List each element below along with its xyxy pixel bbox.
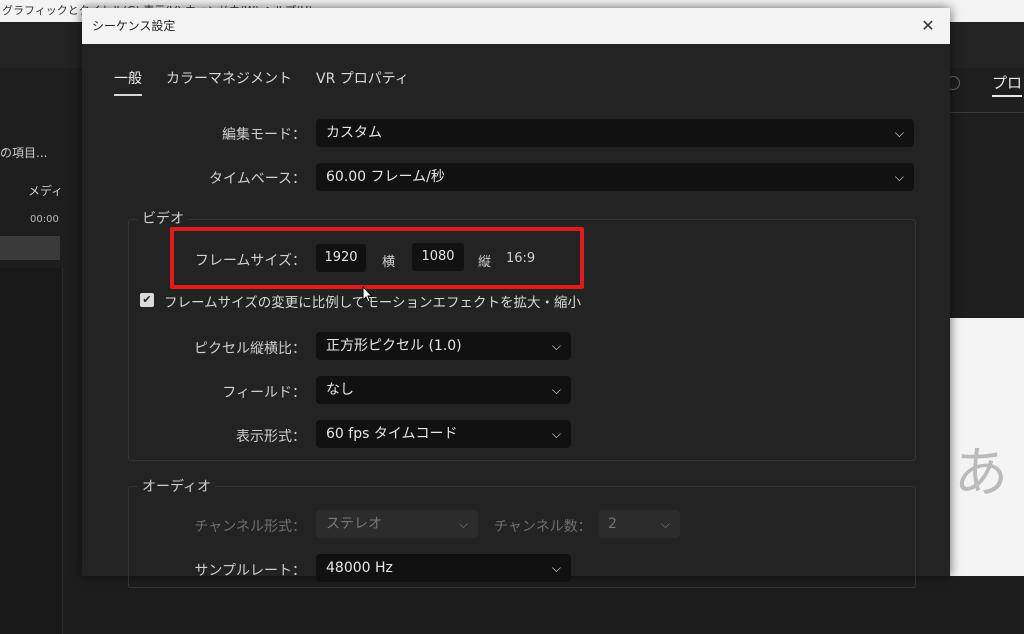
display-format-value: 60 fps タイムコード — [326, 426, 458, 442]
edit-mode-label: 編集モード： — [222, 127, 306, 143]
program-tab[interactable]: プロ — [992, 72, 1023, 97]
chevron-down-icon: ⌵ — [894, 126, 904, 140]
video-group-title: ビデオ — [138, 208, 188, 228]
timebase-label: タイムベース： — [208, 171, 306, 187]
audio-group-title: オーディオ — [138, 476, 216, 496]
channel-count-label: チャンネル数： — [494, 519, 592, 535]
sample-rate-label: サンプルレート： — [194, 563, 306, 579]
channel-count-value: 2 — [608, 516, 617, 532]
frame-size-highlight — [170, 227, 584, 289]
sample-rate-select[interactable]: 48000 Hz ⌵ — [316, 554, 571, 582]
channel-format-select[interactable]: ステレオ ⌵ — [316, 510, 478, 538]
chevron-down-icon: ⌵ — [458, 517, 468, 531]
chevron-down-icon: ⌵ — [660, 517, 670, 531]
media-column-header[interactable]: メディ — [28, 182, 63, 199]
tab-vr-properties[interactable]: VR プロパティ — [316, 68, 409, 94]
close-icon[interactable]: ✕ — [916, 14, 940, 38]
panel-divider — [950, 112, 1024, 113]
project-panel: の項目... メディ 00:00 — [0, 68, 70, 634]
preview-glyph: あ — [954, 441, 1008, 504]
chevron-down-icon: ⌵ — [551, 383, 561, 397]
pixel-aspect-label: ピクセル縦横比： — [194, 341, 306, 357]
sequence-settings-dialog: シーケンス設定 ✕ 一般 カラーマネジメント VR プロパティ 編集モード： カ… — [82, 8, 950, 588]
scale-motion-checkbox[interactable]: ✔ — [140, 293, 154, 307]
display-format-select[interactable]: 60 fps タイムコード ⌵ — [316, 420, 571, 448]
pixel-aspect-value: 正方形ピクセル (1.0) — [326, 338, 462, 354]
tab-color-management[interactable]: カラーマネジメント — [166, 68, 292, 94]
dialog-titlebar: シーケンス設定 ✕ — [82, 8, 950, 44]
project-item-label: の項目... — [0, 146, 48, 160]
pixel-aspect-select[interactable]: 正方形ピクセル (1.0) ⌵ — [316, 332, 571, 360]
timebase-select[interactable]: 60.00 フレーム/秒 ⌵ — [316, 163, 914, 191]
timecode-cell: 00:00 — [30, 214, 59, 225]
fields-label: フィールド： — [222, 385, 306, 401]
sample-rate-value: 48000 Hz — [326, 560, 393, 576]
project-list-area — [0, 268, 63, 634]
fields-value: なし — [326, 382, 354, 398]
edit-mode-select[interactable]: カスタム ⌵ — [316, 119, 914, 147]
timebase-value: 60.00 フレーム/秒 — [326, 169, 445, 185]
channel-format-value: ステレオ — [326, 516, 382, 532]
mouse-cursor-icon — [362, 286, 374, 303]
tab-general[interactable]: 一般 — [114, 68, 142, 96]
chevron-down-icon: ⌵ — [551, 561, 561, 575]
display-format-label: 表示形式： — [236, 429, 306, 445]
program-panel: プロ あ — [946, 68, 1024, 576]
selected-row[interactable] — [0, 236, 60, 260]
channel-count-select[interactable]: 2 ⌵ — [598, 510, 680, 538]
channel-format-label: チャンネル形式： — [194, 519, 306, 535]
chevron-down-icon: ⌵ — [551, 339, 561, 353]
dialog-title: シーケンス設定 — [92, 19, 176, 33]
fields-select[interactable]: なし ⌵ — [316, 376, 571, 404]
chevron-down-icon: ⌵ — [894, 170, 904, 184]
chevron-down-icon: ⌵ — [551, 427, 561, 441]
edit-mode-value: カスタム — [326, 125, 382, 141]
